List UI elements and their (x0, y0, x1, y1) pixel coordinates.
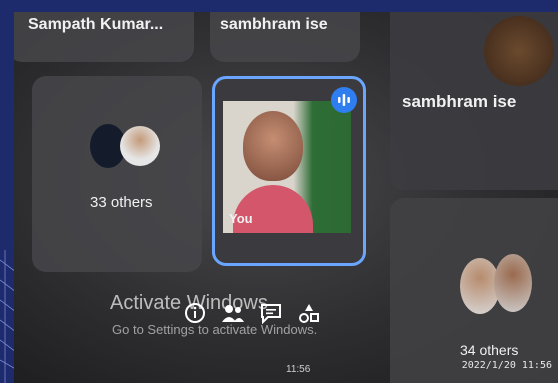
camera-timestamp: 2022/1/20 11:56 (461, 360, 552, 371)
people-button[interactable] (220, 300, 246, 326)
participant-tile-sambhram-top[interactable]: sambhram ise (210, 12, 360, 62)
meeting-screen: Sampath Kumar... sambhram ise sambhram i… (14, 12, 558, 383)
others-count: 33 others (90, 194, 153, 211)
others-count: 34 others (460, 342, 519, 358)
participant-name: sambhram ise (402, 92, 517, 111)
participant-tile-sambhram[interactable]: sambhram ise (390, 12, 558, 190)
clock: 11:56 (286, 364, 311, 375)
shapes-icon (299, 304, 319, 323)
people-icon (222, 305, 244, 322)
self-video: You (223, 101, 351, 233)
info-button[interactable] (182, 300, 208, 326)
meeting-controls (182, 300, 322, 326)
avatar (494, 254, 532, 312)
participant-name: Sampath Kumar... (28, 16, 164, 33)
info-icon (185, 303, 205, 323)
avatar (120, 126, 160, 166)
avatar (484, 16, 554, 86)
self-video-tile[interactable]: You (212, 76, 366, 266)
participant-tile-sampath[interactable]: Sampath Kumar... (14, 12, 194, 62)
chat-icon (261, 304, 281, 324)
chat-button[interactable] (258, 300, 284, 326)
audio-bars-icon (338, 94, 350, 106)
activities-button[interactable] (296, 300, 322, 326)
others-tile-right[interactable]: 34 others (390, 198, 558, 383)
others-tile[interactable]: 33 others (32, 76, 202, 272)
self-label: You (229, 211, 253, 226)
participant-name: sambhram ise (220, 16, 328, 33)
speaking-indicator[interactable] (331, 87, 357, 113)
